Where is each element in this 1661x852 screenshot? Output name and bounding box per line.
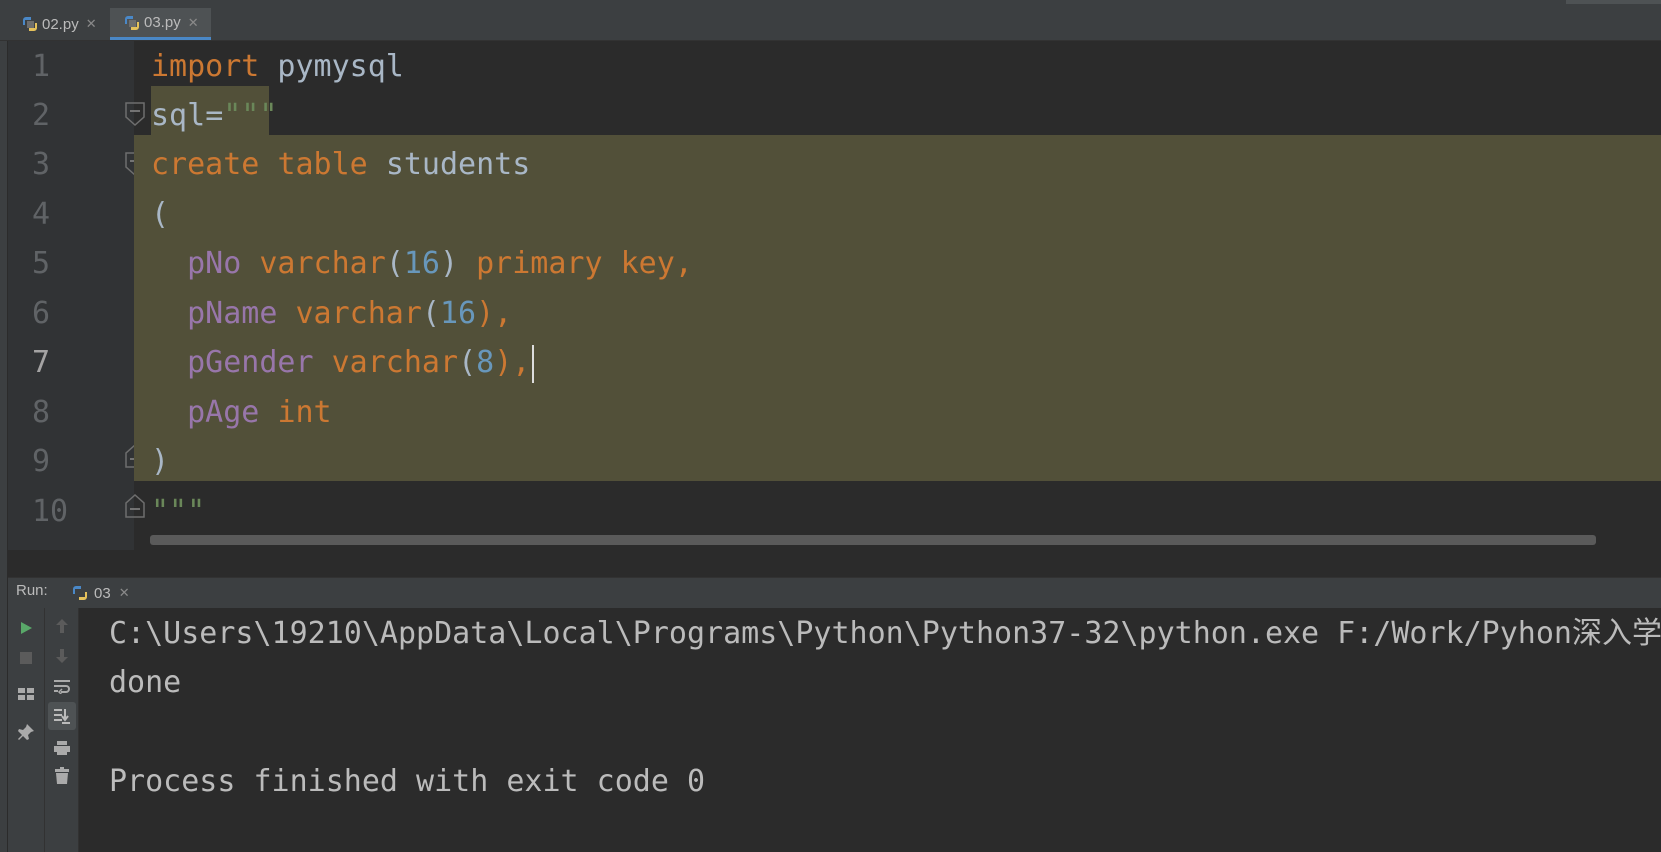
keyword: table bbox=[277, 147, 368, 182]
code-line-7: pGender varchar(8), bbox=[151, 337, 535, 389]
paren: ( bbox=[421, 296, 440, 331]
console-output[interactable]: C:\Users\19210\AppData\Local\Programs\Py… bbox=[79, 608, 1661, 852]
run-tab-03[interactable]: 03 ✕ bbox=[72, 578, 130, 608]
line-number: 2 bbox=[32, 98, 51, 133]
left-tool-strip bbox=[0, 0, 8, 852]
field-name: pName bbox=[187, 296, 278, 331]
arrow-down-icon[interactable] bbox=[50, 644, 74, 668]
console-line: Process finished with exit code 0 bbox=[109, 764, 706, 799]
number: 16 bbox=[403, 246, 440, 281]
paren: ( bbox=[151, 197, 170, 232]
tab-03-py[interactable]: 03.py ✕ bbox=[110, 8, 211, 40]
python-file-icon bbox=[124, 15, 140, 31]
run-tab-label: 03 bbox=[94, 584, 111, 602]
line-number-current: 7 bbox=[32, 345, 51, 380]
identifier: sql bbox=[151, 98, 206, 133]
ide-window: 02.py ✕ 03.py ✕ 1 2 3 4 5 6 7 8 9 10 imp… bbox=[0, 0, 1661, 852]
tab-02-py[interactable]: 02.py ✕ bbox=[8, 8, 110, 40]
layout-icon[interactable] bbox=[14, 682, 38, 706]
type-keyword: varchar bbox=[259, 246, 386, 281]
number: 16 bbox=[440, 296, 477, 331]
fold-end-marker-icon[interactable] bbox=[124, 493, 146, 519]
field-name: pGender bbox=[187, 345, 314, 380]
stop-icon[interactable] bbox=[14, 646, 38, 670]
code-line-2: sql=""" bbox=[151, 90, 277, 142]
tab-label: 03.py bbox=[144, 14, 181, 31]
identifier: pymysql bbox=[259, 49, 404, 84]
text-caret bbox=[532, 344, 535, 383]
type-keyword: varchar bbox=[295, 296, 422, 331]
keyword: primary key, bbox=[476, 246, 693, 281]
run-panel-header: Run: 03 ✕ bbox=[8, 577, 1661, 608]
tab-label: 02.py bbox=[42, 15, 79, 33]
python-file-icon bbox=[22, 16, 38, 32]
soft-wrap-icon[interactable] bbox=[50, 674, 74, 698]
trash-icon[interactable] bbox=[50, 764, 74, 788]
code-line-10: """ bbox=[151, 486, 205, 538]
line-number: 4 bbox=[32, 197, 51, 232]
identifier: students bbox=[385, 147, 531, 182]
close-icon[interactable]: ✕ bbox=[86, 16, 97, 32]
string-literal: """ bbox=[151, 494, 206, 529]
field-name: pAge bbox=[187, 395, 260, 430]
keyword: import bbox=[151, 49, 260, 84]
line-number: 9 bbox=[32, 444, 51, 479]
code-line-4: ( bbox=[151, 189, 169, 241]
line-number: 10 bbox=[32, 494, 69, 529]
code-editor[interactable]: 1 2 3 4 5 6 7 8 9 10 import pymysql sql=… bbox=[8, 41, 1661, 550]
run-label: Run: bbox=[16, 582, 48, 599]
console-line: done bbox=[109, 665, 182, 700]
editor-tab-bar: 02.py ✕ 03.py ✕ bbox=[0, 0, 1661, 41]
line-number-gutter: 1 2 3 4 5 6 7 8 9 10 bbox=[8, 41, 134, 550]
line-number: 8 bbox=[32, 395, 51, 430]
pin-icon[interactable] bbox=[14, 720, 38, 744]
code-line-5: pNo varchar(16) primary key, bbox=[151, 238, 693, 290]
arrow-up-icon[interactable] bbox=[50, 614, 74, 638]
line-number: 5 bbox=[32, 246, 51, 281]
code-line-6: pName varchar(16), bbox=[151, 288, 512, 340]
scroll-to-end-icon[interactable] bbox=[48, 702, 76, 730]
code-line-9: ) bbox=[151, 436, 169, 488]
run-toolbar-secondary bbox=[45, 608, 79, 852]
operator: = bbox=[205, 98, 224, 133]
paren: ( bbox=[385, 246, 404, 281]
run-toolbar-primary bbox=[8, 608, 45, 852]
print-icon[interactable] bbox=[50, 736, 74, 760]
line-number: 3 bbox=[32, 147, 51, 182]
paren: ) bbox=[440, 246, 459, 281]
paren: ) bbox=[151, 444, 170, 479]
string-literal: """ bbox=[223, 98, 278, 133]
close-icon[interactable]: ✕ bbox=[119, 585, 130, 601]
punctuation: ), bbox=[494, 345, 531, 380]
code-line-8: pAge int bbox=[151, 387, 332, 439]
punctuation: ), bbox=[476, 296, 513, 331]
field-name: pNo bbox=[187, 246, 242, 281]
type-keyword: varchar bbox=[331, 345, 459, 380]
fold-marker-icon[interactable] bbox=[124, 101, 146, 127]
paren: ( bbox=[458, 345, 477, 380]
type-keyword: int bbox=[277, 395, 332, 430]
code-line-3: create table students bbox=[151, 139, 530, 191]
window-control-area bbox=[1566, 0, 1661, 4]
line-number: 6 bbox=[32, 296, 51, 331]
number: 8 bbox=[476, 345, 495, 380]
console-line: C:\Users\19210\AppData\Local\Programs\Py… bbox=[109, 616, 1661, 651]
python-icon bbox=[73, 586, 87, 600]
run-icon[interactable] bbox=[14, 616, 38, 640]
horizontal-scrollbar[interactable] bbox=[150, 535, 1596, 545]
code-line-1: import pymysql bbox=[151, 41, 404, 93]
line-number: 1 bbox=[32, 49, 51, 84]
keyword: create bbox=[151, 147, 260, 182]
close-icon[interactable]: ✕ bbox=[188, 15, 199, 31]
